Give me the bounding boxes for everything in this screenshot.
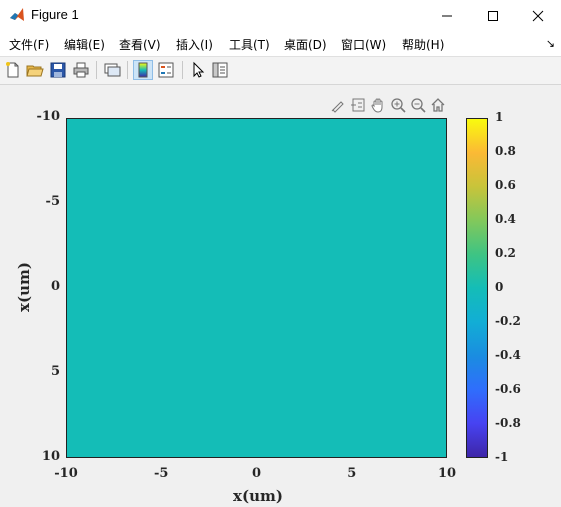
menu-window[interactable]: 窗口(W) <box>341 36 386 53</box>
colorbar[interactable] <box>466 118 488 458</box>
menu-tools[interactable]: 工具(T) <box>229 36 270 53</box>
colorbar-tick-label: 0 <box>495 280 504 294</box>
zoom-out-icon[interactable] <box>410 97 426 113</box>
brush-icon[interactable] <box>330 97 346 113</box>
title-bar: Figure 1 <box>0 0 561 31</box>
heatmap-plot-area[interactable] <box>66 118 447 458</box>
colorbar-tick-label: -0.6 <box>495 382 521 396</box>
link-plot-icon[interactable] <box>103 61 121 79</box>
figure-toolbar <box>0 57 561 85</box>
colorbar-tick-label: -0.4 <box>495 348 521 362</box>
menu-bar: 文件(F) 编辑(E) 查看(V) 插入(I) 工具(T) 桌面(D) 窗口(W… <box>0 31 561 57</box>
legend-icon[interactable] <box>157 61 175 79</box>
x-tick-label: 5 <box>347 466 357 481</box>
menu-help[interactable]: 帮助(H) <box>402 36 444 53</box>
toolbar-separator <box>182 61 183 79</box>
maximize-icon <box>488 10 498 21</box>
property-inspector-icon[interactable] <box>211 61 229 79</box>
colorbar-tick-label: 0.8 <box>495 144 516 158</box>
colorbar-tick-label: 0.6 <box>495 178 516 192</box>
x-tick-label: 0 <box>251 466 262 481</box>
toolbar-separator <box>127 61 128 79</box>
y-tick-label: -10 <box>36 109 61 124</box>
home-icon[interactable] <box>430 97 446 113</box>
window-title: Figure 1 <box>31 7 79 22</box>
matlab-icon <box>10 8 24 21</box>
x-tick-label: -10 <box>54 466 78 481</box>
colorbar-tick-label: -0.8 <box>495 416 521 430</box>
zoom-in-icon[interactable] <box>390 97 406 113</box>
colorbar-tick-label: -1 <box>495 450 509 464</box>
x-axis-label: x(um) <box>233 487 283 505</box>
y-tick-label: 5 <box>50 364 60 379</box>
close-icon <box>532 10 544 21</box>
pan-icon[interactable] <box>370 97 386 113</box>
menu-desktop[interactable]: 桌面(D) <box>284 36 327 53</box>
minimize-button[interactable] <box>424 0 470 31</box>
dock-arrow-icon[interactable]: ↘ <box>546 37 555 50</box>
colorbar-tick-label: 0.4 <box>495 212 516 226</box>
new-figure-icon[interactable] <box>4 61 22 79</box>
y-axis-label: x(um) <box>15 262 33 312</box>
open-file-icon[interactable] <box>26 61 44 79</box>
data-tips-icon[interactable] <box>350 97 366 113</box>
colorbar-tick-label: -0.2 <box>495 314 521 328</box>
menu-insert[interactable]: 插入(I) <box>176 36 213 53</box>
close-button[interactable] <box>515 0 561 31</box>
colorbar-icon[interactable] <box>133 60 153 80</box>
pointer-icon[interactable] <box>189 61 207 79</box>
toolbar-separator <box>96 61 97 79</box>
y-tick-label: 10 <box>41 449 60 464</box>
menu-file[interactable]: 文件(F) <box>9 36 49 53</box>
maximize-button[interactable] <box>470 0 516 31</box>
colorbar-tick-label: 0.2 <box>495 246 516 260</box>
save-icon[interactable] <box>49 61 67 79</box>
print-icon[interactable] <box>72 61 90 79</box>
colorbar-tick-label: 1 <box>495 110 504 124</box>
y-tick-label: -5 <box>45 194 60 209</box>
x-tick-label: -5 <box>154 466 169 481</box>
x-tick-label: 10 <box>437 466 457 481</box>
menu-edit[interactable]: 编辑(E) <box>64 36 105 53</box>
menu-view[interactable]: 查看(V) <box>119 36 161 53</box>
minimize-icon <box>442 15 452 16</box>
